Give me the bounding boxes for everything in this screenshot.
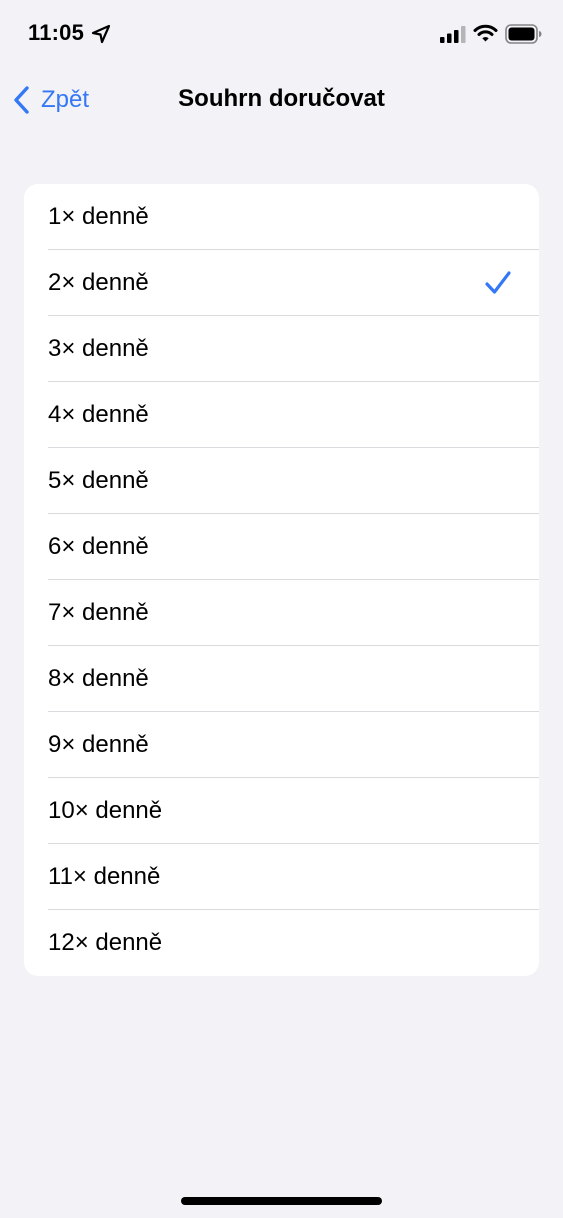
option-5x-daily[interactable]: 5× denně <box>24 448 539 514</box>
frequency-options-list: 1× denně 2× denně 3× denně 4× denně 5× d… <box>24 184 539 976</box>
option-label: 3× denně <box>48 335 149 362</box>
checkmark-icon <box>485 271 511 294</box>
option-10x-daily[interactable]: 10× denně <box>24 778 539 844</box>
option-1x-daily[interactable]: 1× denně <box>24 184 539 250</box>
option-9x-daily[interactable]: 9× denně <box>24 712 539 778</box>
status-bar: 11:05 <box>0 0 563 70</box>
status-time: 11:05 <box>28 20 85 45</box>
signal-icon <box>440 26 466 43</box>
option-label: 9× denně <box>48 731 149 758</box>
wifi-icon <box>473 24 498 42</box>
page-title: Souhrn doručovat <box>178 85 385 112</box>
battery-icon <box>505 24 542 44</box>
option-8x-daily[interactable]: 8× denně <box>24 646 539 712</box>
option-4x-daily[interactable]: 4× denně <box>24 382 539 448</box>
option-3x-daily[interactable]: 3× denně <box>24 316 539 382</box>
option-12x-daily[interactable]: 12× denně <box>24 910 539 976</box>
option-label: 7× denně <box>48 599 149 626</box>
option-label: 10× denně <box>48 797 163 824</box>
option-label: 2× denně <box>48 269 149 296</box>
home-indicator[interactable] <box>181 1197 382 1205</box>
option-label: 5× denně <box>48 467 149 494</box>
option-2x-daily[interactable]: 2× denně <box>24 250 539 316</box>
option-label: 11× denně <box>48 863 161 890</box>
option-label: 1× denně <box>48 203 149 230</box>
location-icon <box>91 24 111 44</box>
navigation-bar: Zpět Souhrn doručovat <box>0 70 563 130</box>
option-label: 12× denně <box>48 929 163 956</box>
option-11x-daily[interactable]: 11× denně <box>24 844 539 910</box>
option-label: 6× denně <box>48 533 149 560</box>
option-6x-daily[interactable]: 6× denně <box>24 514 539 580</box>
option-label: 8× denně <box>48 665 149 692</box>
option-label: 4× denně <box>48 401 149 428</box>
option-7x-daily[interactable]: 7× denně <box>24 580 539 646</box>
